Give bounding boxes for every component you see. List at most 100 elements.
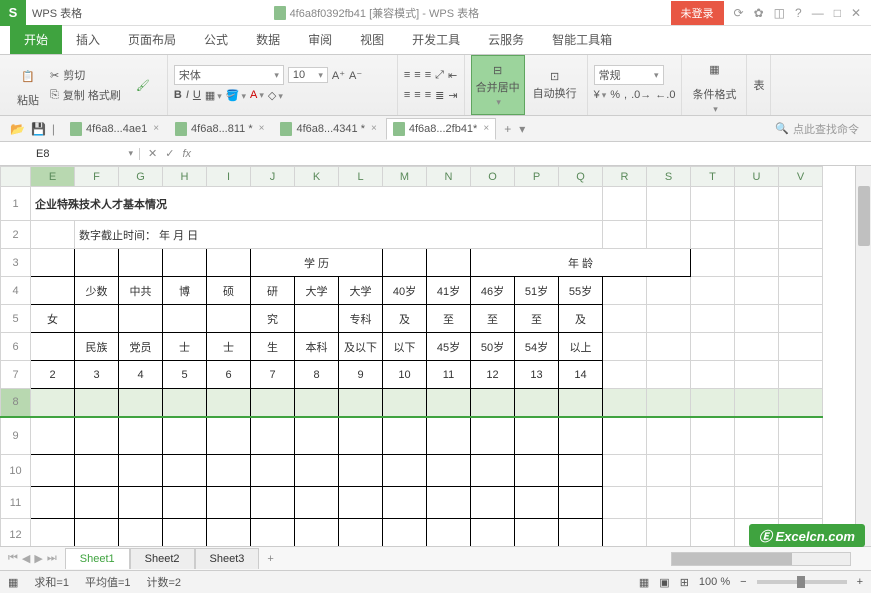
cell[interactable]: 及 [559,305,603,333]
col-header-T[interactable]: T [691,167,735,187]
cell[interactable] [691,221,735,249]
align-right-icon[interactable]: ≡ [425,89,431,101]
cell[interactable]: 2 [31,361,75,389]
cell[interactable]: 至 [427,305,471,333]
cell[interactable]: 3 [75,361,119,389]
decrease-font-icon[interactable]: A⁻ [349,69,362,82]
cell[interactable] [207,455,251,487]
row-header-1[interactable]: 1 [1,187,31,221]
fill-color-button[interactable]: 🪣▾ [226,89,246,102]
cell[interactable] [471,417,515,455]
cell[interactable] [163,389,207,417]
cell[interactable] [119,417,163,455]
cell[interactable] [383,417,427,455]
cell[interactable] [559,455,603,487]
col-header-I[interactable]: I [207,167,251,187]
cell[interactable] [603,187,647,221]
close-icon[interactable]: × [371,123,377,134]
cell[interactable] [647,487,691,519]
cell[interactable] [691,455,735,487]
col-header-F[interactable]: F [75,167,119,187]
cell[interactable] [691,249,735,277]
cell[interactable] [251,519,295,547]
cell[interactable]: 4 [119,361,163,389]
cell[interactable] [31,519,75,547]
cell[interactable]: 6 [207,361,251,389]
cell[interactable] [75,487,119,519]
cond-format-button[interactable]: ▦ 条件格式▾ [688,56,740,115]
paste-button[interactable]: 📋 粘贴 [10,62,46,108]
tab-dev[interactable]: 开发工具 [398,25,474,54]
cell[interactable] [427,519,471,547]
cell[interactable] [603,277,647,305]
cell[interactable] [119,455,163,487]
border-button[interactable]: ▦▾ [205,89,222,102]
col-header-Q[interactable]: Q [559,167,603,187]
row-header-5[interactable]: 5 [1,305,31,333]
cell[interactable] [119,519,163,547]
tab-cloud[interactable]: 云服务 [474,25,538,54]
cell[interactable] [163,417,207,455]
increase-font-icon[interactable]: A⁺ [332,69,345,82]
cell[interactable]: 13 [515,361,559,389]
col-header-N[interactable]: N [427,167,471,187]
merge-center-button[interactable]: ⊟ 合并居中▾ [471,55,525,115]
cell[interactable] [691,519,735,547]
cell[interactable] [295,487,339,519]
tab-formula[interactable]: 公式 [190,25,242,54]
skin-icon[interactable]: ◫ [774,6,785,20]
cell[interactable] [779,361,823,389]
doctab-3[interactable]: 4f6a8...4341 *× [273,118,383,140]
cell[interactable] [251,455,295,487]
cell[interactable] [295,519,339,547]
cell[interactable] [779,277,823,305]
col-header-R[interactable]: R [603,167,647,187]
cell[interactable] [163,249,207,277]
cell[interactable] [31,221,75,249]
select-all-corner[interactable] [1,167,31,187]
cell[interactable]: 51岁 [515,277,559,305]
cell[interactable] [75,455,119,487]
grid-icon[interactable]: ▦ [8,576,18,589]
cell[interactable]: 11 [427,361,471,389]
cell[interactable] [75,249,119,277]
cell[interactable]: 至 [515,305,559,333]
row-header-3[interactable]: 3 [1,249,31,277]
cell[interactable] [471,519,515,547]
justify-icon[interactable]: ≣ [435,89,444,102]
cell[interactable]: 54岁 [515,333,559,361]
currency-icon[interactable]: ¥▾ [594,89,607,101]
cell[interactable] [779,187,823,221]
cell[interactable]: 专科 [339,305,383,333]
cell[interactable] [691,417,735,455]
cell[interactable]: 女 [31,305,75,333]
font-size-select[interactable]: 10▾ [288,67,328,83]
cell[interactable] [735,305,779,333]
cell[interactable] [779,305,823,333]
cell[interactable] [603,519,647,547]
cell[interactable] [779,249,823,277]
sheet-tab-3[interactable]: Sheet3 [195,548,260,569]
cell[interactable]: 以下 [383,333,427,361]
cell[interactable] [427,417,471,455]
add-sheet-button[interactable]: + [259,553,281,565]
cell[interactable]: 党员 [119,333,163,361]
cell[interactable] [295,455,339,487]
row-header-9[interactable]: 9 [1,417,31,455]
command-search[interactable]: 🔍 点此查找命令 [775,121,867,137]
cell[interactable] [427,389,471,417]
cell[interactable] [735,221,779,249]
cell[interactable] [691,487,735,519]
cell[interactable]: 士 [207,333,251,361]
zoom-in-icon[interactable]: + [857,576,863,588]
cell[interactable] [31,333,75,361]
view-break-icon[interactable]: ⊞ [680,576,689,589]
col-header-P[interactable]: P [515,167,559,187]
cell[interactable] [207,249,251,277]
row-header-7[interactable]: 7 [1,361,31,389]
cell[interactable] [427,455,471,487]
cell[interactable]: 5 [163,361,207,389]
wrap-button[interactable]: ⊡ 自动换行 [529,55,581,115]
cell[interactable] [383,487,427,519]
cell[interactable]: 41岁 [427,277,471,305]
